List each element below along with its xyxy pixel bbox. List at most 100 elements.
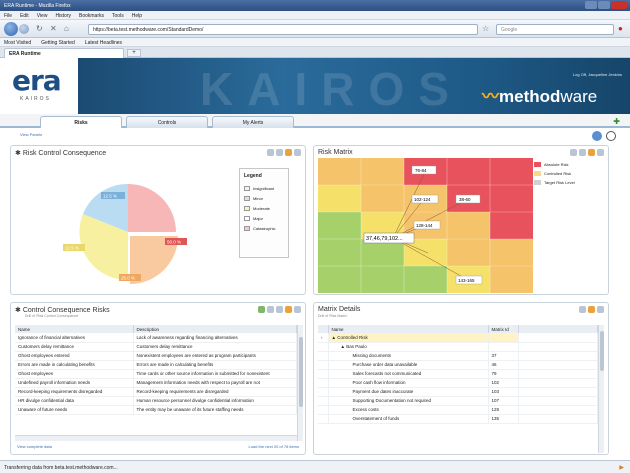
menu-edit[interactable]: Edit [20,13,29,19]
table-row[interactable]: Overstatement of funds 135 [318,414,598,424]
panel-refresh-button[interactable] [267,306,274,313]
view-complete-data-link[interactable]: View complete data [17,444,52,449]
panel-maximize-button[interactable] [285,306,292,313]
panel-maximize-button[interactable] [285,149,292,156]
table-row[interactable]: Payment due dates inaccurate 103 [318,387,598,397]
panel-close-button[interactable] [597,149,604,156]
menu-view[interactable]: View [37,13,48,19]
matrix-cell-label[interactable]: 128-144 [416,223,433,228]
table-row[interactable]: Ghost employees entered Nonexistent emplo… [15,351,297,361]
scrollbar-thumb[interactable] [600,331,604,371]
table-row[interactable]: Poor cash flow information 102 [318,378,598,388]
matrix-cell[interactable] [447,158,490,185]
matrix-cell[interactable] [490,158,533,185]
column-header-matrix-id[interactable]: Matrix Id [488,325,519,333]
horizontal-scrollbar[interactable] [15,435,297,441]
vertical-scrollbar[interactable] [598,325,604,453]
matrix-cell[interactable] [490,185,533,212]
table-row[interactable]: Record-keeping requirements disregarded R… [15,387,297,397]
bookmark-most-visited[interactable]: Most Visited [4,40,31,46]
new-tab-button[interactable]: + [127,49,141,57]
menu-tools[interactable]: Tools [112,13,124,19]
panel-maximize-button[interactable] [588,306,595,313]
vertical-scrollbar[interactable] [297,325,303,441]
forward-button[interactable] [19,24,29,34]
panel-refresh-button[interactable] [570,149,577,156]
table-row[interactable]: Errors are made in calculating benefits E… [15,360,297,370]
table-row[interactable]: Undefined payroll information needs Manag… [15,378,297,388]
panel-close-button[interactable] [294,306,301,313]
subgroup-row[interactable]: ▲ Bas Paulo [318,342,598,352]
table-row[interactable]: Customers delay remittance Customers dela… [15,342,297,352]
table-row[interactable]: HR divulge confidential data Human resour… [15,396,297,406]
matrix-cell[interactable] [490,212,533,239]
group-row[interactable]: › ▲ Controlled Risk [318,333,598,343]
menu-file[interactable]: File [4,13,12,19]
table-row[interactable]: Supporting Documentation not required 107 [318,396,598,406]
table-row[interactable]: Unaware of future needs The entity may be… [15,405,297,415]
matrix-cell[interactable] [318,185,361,212]
home-icon[interactable]: ⌂ [64,24,69,33]
pie-slice-catastrophic[interactable] [128,184,176,232]
risk-matrix-grid[interactable]: 76-84 102-124 38-60 128-144 143-165 37,4… [318,158,534,294]
pie-chart[interactable]: 12.5 % 50.0 % 12.5 % 25.0 % [23,162,233,292]
bookmark-getting-started[interactable]: Getting Started [41,40,75,46]
back-button[interactable] [4,22,18,36]
matrix-cell-label[interactable]: 38-60 [459,197,471,202]
matrix-cell-label[interactable]: 76-84 [415,168,427,173]
matrix-cell[interactable] [490,266,533,293]
reload-icon[interactable]: ↻ [36,24,43,33]
expand-icon[interactable]: › [318,333,329,343]
addon-icon[interactable]: ● [618,24,623,33]
panel-close-button[interactable] [597,306,604,313]
menu-bookmarks[interactable]: Bookmarks [79,13,104,19]
panel-export-button[interactable] [579,149,586,156]
matrix-cell[interactable] [490,239,533,266]
matrix-cell[interactable] [361,158,404,185]
panel-close-button[interactable] [294,149,301,156]
tab-risks[interactable]: Risks [40,116,122,128]
panel-maximize-button[interactable] [588,149,595,156]
matrix-cell[interactable] [361,266,404,293]
table-row[interactable]: Purchase order data unavailable 46 [318,360,598,370]
matrix-cell[interactable] [404,266,447,293]
bookmark-latest-headlines[interactable]: Latest Headlines [85,40,122,46]
panel-refresh-button[interactable] [267,149,274,156]
minimize-button[interactable] [585,1,597,9]
matrix-callout[interactable]: 37,46,79,102... [366,236,403,242]
panel-refresh-button[interactable] [579,306,586,313]
matrix-cell[interactable] [318,239,361,266]
scrollbar-thumb[interactable] [299,337,303,407]
tab-my-alerts[interactable]: My Alerts [212,116,294,128]
view-panels-link[interactable]: View Panels [20,132,42,137]
matrix-cell[interactable] [318,266,361,293]
url-bar[interactable]: https://beta.test.methodware.com/Standar… [88,24,478,35]
menu-history[interactable]: History [55,13,71,19]
matrix-cell[interactable] [361,185,404,212]
matrix-cell[interactable] [447,239,490,266]
load-next-link[interactable]: Load the next 20 of 78 items [249,444,299,449]
panel-add-button[interactable] [258,306,265,313]
table-row[interactable]: Excess costs 128 [318,405,598,415]
column-header-description[interactable]: Description [133,325,297,333]
matrix-cell[interactable] [318,212,361,239]
add-tab-icon[interactable]: ✚ [613,117,620,126]
column-header-name[interactable]: Name [328,325,489,333]
tab-controls[interactable]: Controls [126,116,208,128]
stop-icon[interactable]: ✕ [50,24,57,33]
table-row[interactable]: Sales forecasts not communicated 79 [318,369,598,379]
help-icon[interactable] [606,131,616,141]
close-button[interactable] [611,1,627,9]
panel-export-button[interactable] [276,306,283,313]
browser-tab[interactable]: ERA Runtime [4,48,124,58]
bookmark-star-icon[interactable]: ☆ [482,24,489,33]
matrix-cell[interactable] [447,212,490,239]
column-header-name[interactable]: Name [15,325,134,333]
menu-help[interactable]: Help [132,13,142,19]
search-input[interactable]: Google [496,24,614,35]
table-row[interactable]: Ghost employees Time cards or other sourc… [15,369,297,379]
table-row[interactable]: Ignorance of financial alternatives Lack … [15,333,297,343]
maximize-button[interactable] [598,1,610,9]
panel-export-button[interactable] [276,149,283,156]
matrix-cell-label[interactable]: 143-165 [458,278,475,283]
